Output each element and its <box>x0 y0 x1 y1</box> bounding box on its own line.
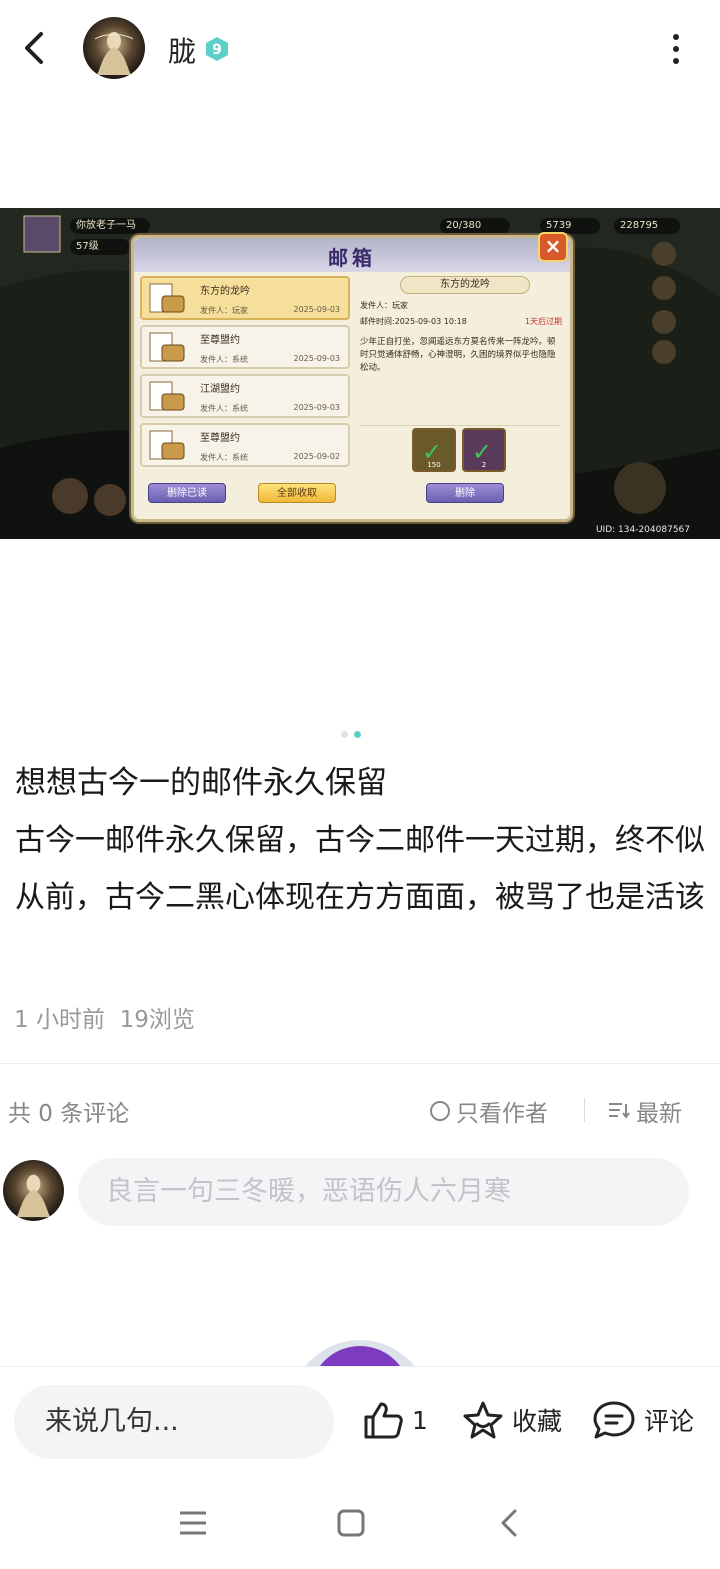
sort-icon <box>609 1103 630 1119</box>
player-name: 你放老子一马 <box>70 218 150 234</box>
author-avatar[interactable] <box>83 17 145 79</box>
mailbox-dialog: 邮箱 × 东方的龙吟 发件人：玩家 2025-09-03 至尊盟约 发件人：系统… <box>131 232 573 522</box>
star-icon <box>463 1401 503 1439</box>
mail-detail-body: 少年正自打坐，忽闻遥远东方莫名传来一阵龙吟。顿时只觉通体舒畅，心神澄明，久困的境… <box>360 337 556 373</box>
page-dot <box>341 731 348 738</box>
scroll-letter-icon <box>149 381 185 411</box>
level-badge: 9 <box>204 36 230 62</box>
bottom-action-bar: 来说几句... 1 收藏 评论 <box>0 1366 720 1481</box>
comment-count: 共 0 条评论 <box>8 1101 130 1127</box>
divider <box>0 1063 720 1064</box>
silver-value: 228795 <box>614 218 680 234</box>
author-only-toggle[interactable]: 只看作者 <box>430 1094 548 1128</box>
scroll-letter-icon <box>149 332 185 362</box>
stamina-value: 20/380 <box>440 218 510 234</box>
scroll-letter-icon <box>149 430 185 460</box>
delete-read-button[interactable]: 删除已读 <box>148 483 226 503</box>
say-something-input[interactable]: 来说几句... <box>14 1385 334 1459</box>
post-body: 古今一邮件永久保留，古今二邮件一天过期，终不似从前，古今二黑心体现在方方面面，被… <box>15 823 705 915</box>
comment-input[interactable]: 良言一句三冬暖，恶语伤人六月寒 <box>78 1158 689 1226</box>
like-button[interactable]: 1 <box>362 1400 428 1440</box>
mail-detail-time: 邮件时间:2025-09-03 10:18 <box>360 317 467 326</box>
system-back-icon[interactable] <box>489 1503 529 1543</box>
mail-item[interactable]: 至尊盟约 发件人：系统 2025-09-02 <box>140 423 350 467</box>
image-page-indicator <box>341 731 361 739</box>
post-title: 想想古今一的邮件永久保留 <box>15 765 387 801</box>
svg-text:9: 9 <box>212 42 222 58</box>
mail-item[interactable]: 至尊盟约 发件人：系统 2025-09-03 <box>140 325 350 369</box>
mail-detail: 东方的龙吟 发件人：玩家 邮件时间:2025-09-03 10:18 1天后过期… <box>360 276 566 516</box>
comment-button[interactable]: 评论 <box>592 1400 694 1440</box>
separator <box>584 1098 585 1122</box>
mail-item[interactable]: 江湖盟约 发件人：系统 2025-09-03 <box>140 374 350 418</box>
reward-item[interactable]: ✓ 2 <box>462 428 506 472</box>
collect-all-button[interactable]: 全部收取 <box>258 483 336 503</box>
favorite-button[interactable]: 收藏 <box>462 1400 562 1440</box>
home-icon[interactable] <box>331 1503 371 1543</box>
reward-item[interactable]: ✓ 150 <box>412 428 456 472</box>
mail-detail-sender: 发件人：玩家 <box>360 301 408 310</box>
divider <box>360 425 560 426</box>
author-name[interactable]: 胧 <box>168 30 196 70</box>
mail-list: 东方的龙吟 发件人：玩家 2025-09-03 至尊盟约 发件人：系统 2025… <box>140 276 350 472</box>
back-arrow-icon[interactable] <box>18 30 50 66</box>
mailbox-title: 邮箱 <box>328 246 376 270</box>
mail-detail-title: 东方的龙吟 <box>400 276 530 294</box>
player-level: 57级 <box>70 239 130 255</box>
system-navigation-bar <box>0 1481 720 1569</box>
more-options-icon[interactable] <box>670 34 682 64</box>
scroll-letter-icon <box>149 283 185 313</box>
menu-icon[interactable] <box>173 1503 213 1543</box>
delete-button[interactable]: 删除 <box>426 483 504 503</box>
thumbs-up-icon <box>364 1402 403 1439</box>
page-dot-active <box>354 731 361 738</box>
radio-circle-icon <box>430 1101 450 1121</box>
close-icon[interactable]: × <box>538 232 568 262</box>
mail-item[interactable]: 东方的龙吟 发件人：玩家 2025-09-03 <box>140 276 350 320</box>
my-avatar <box>3 1160 64 1221</box>
comment-bubble-icon <box>593 1401 635 1439</box>
post-time: 1 小时前 <box>14 1007 105 1033</box>
mail-expire-label: 1天后过期 <box>524 317 562 326</box>
post-image[interactable]: 你放老子一马 57级 20/380 5739 228795 邮箱 × 东方的龙吟… <box>0 208 720 539</box>
post-meta: 1 小时前 19浏览 <box>14 1000 195 1034</box>
post-views: 19浏览 <box>119 1007 195 1033</box>
sort-latest-button[interactable]: 最新 <box>608 1094 682 1128</box>
uid-label: UID: 134-204087567 <box>595 525 690 535</box>
top-bar: 胧 9 <box>0 0 720 100</box>
